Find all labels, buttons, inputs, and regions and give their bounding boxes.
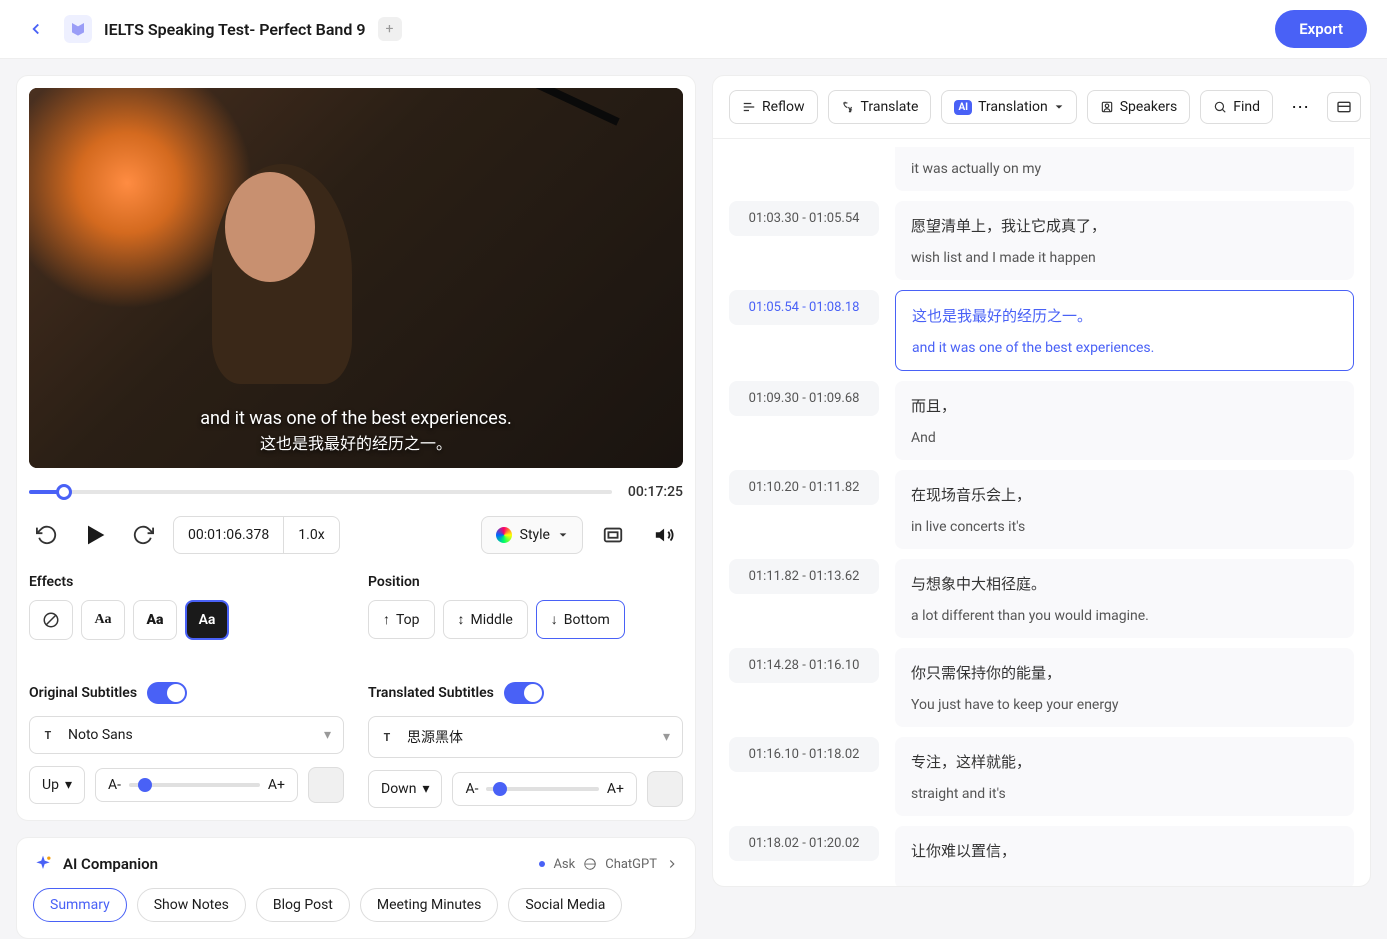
original-font-select[interactable]: T Noto Sans ▾ [29, 716, 344, 754]
reflow-button[interactable]: Reflow [729, 90, 818, 124]
video-panel: and it was one of the best experiences. … [16, 75, 696, 821]
video-subtitle-overlay: and it was one of the best experiences. … [200, 405, 512, 456]
translated-font-select[interactable]: T 思源黑体 ▾ [368, 716, 683, 758]
chevron-down-icon [1054, 102, 1064, 112]
segment-text[interactable]: 而且，And [895, 381, 1354, 460]
status-dot-icon [539, 861, 545, 867]
effect-none-button[interactable] [29, 600, 73, 640]
segment-timestamp[interactable]: 01:09.30 - 01:09.68 [729, 381, 879, 416]
volume-button[interactable] [647, 517, 683, 553]
progress-bar[interactable] [29, 490, 612, 494]
export-button[interactable]: Export [1275, 10, 1367, 48]
more-button[interactable]: ⋯ [1283, 97, 1317, 118]
segment-text[interactable]: 愿望清单上，我让它成真了，wish list and I made it hap… [895, 201, 1354, 280]
document-icon [64, 15, 92, 43]
sparkle-icon [33, 854, 53, 874]
original-subtitles-label: Original Subtitles [29, 685, 137, 701]
transcript-segment[interactable]: 01:14.28 - 01:16.10 你只需保持你的能量，You just ha… [729, 648, 1354, 727]
segment-timestamp[interactable]: 01:18.02 - 01:20.02 [729, 826, 879, 861]
transcript-segment[interactable]: 01:11.82 - 01:13.62 与想象中大相径庭。a lot differ… [729, 559, 1354, 638]
effects-label: Effects [29, 574, 344, 590]
transcript-segment[interactable]: 01:10.20 - 01:11.82 在现场音乐会上，in live conce… [729, 470, 1354, 549]
segment-text[interactable]: it was actually on my [895, 147, 1354, 191]
transcript-segment[interactable]: it was actually on my [729, 147, 1354, 191]
progress-thumb[interactable] [56, 484, 72, 500]
translated-subtitles-toggle[interactable] [504, 682, 544, 704]
transcript-segment[interactable]: 01:03.30 - 01:05.54 愿望清单上，我让它成真了，wish lis… [729, 201, 1354, 280]
segment-timestamp[interactable]: 01:11.82 - 01:13.62 [729, 559, 879, 594]
chip-social-media[interactable]: Social Media [508, 888, 622, 922]
segment-text[interactable]: 你只需保持你的能量，You just have to keep your ene… [895, 648, 1354, 727]
chatgpt-label: ChatGPT [605, 857, 657, 872]
effect-serif-button[interactable]: Aa [81, 600, 125, 640]
original-subtitles-toggle[interactable] [147, 682, 187, 704]
back-button[interactable] [20, 13, 52, 45]
chip-show-notes[interactable]: Show Notes [137, 888, 246, 922]
original-size-slider[interactable]: A- A+ [95, 768, 298, 802]
chip-blog-post[interactable]: Blog Post [256, 888, 350, 922]
segment-timestamp[interactable]: 01:14.28 - 01:16.10 [729, 648, 879, 683]
transcript-segment[interactable]: 01:18.02 - 01:20.02 让你难以置信， [729, 826, 1354, 886]
transcript-segment[interactable]: 01:16.10 - 01:18.02 专注，这样就能，straight and … [729, 737, 1354, 816]
position-label: Position [368, 574, 683, 590]
original-vpos-select[interactable]: Up▾ [29, 766, 85, 804]
translation-dropdown[interactable]: AI Translation [941, 90, 1076, 124]
segment-timestamp[interactable]: 01:05.54 - 01:08.18 [729, 290, 879, 325]
play-button[interactable] [77, 517, 113, 553]
transcript-segment[interactable]: 01:09.30 - 01:09.68 而且，And [729, 381, 1354, 460]
segment-timestamp[interactable]: 01:03.30 - 01:05.54 [729, 201, 879, 236]
segment-timestamp[interactable]: 01:16.10 - 01:18.02 [729, 737, 879, 772]
position-bottom-button[interactable]: ↓Bottom [536, 600, 625, 639]
translate-button[interactable]: Translate [828, 90, 932, 124]
chip-meeting-minutes[interactable]: Meeting Minutes [360, 888, 498, 922]
openai-icon [583, 857, 597, 871]
speakers-button[interactable]: Speakers [1087, 90, 1191, 124]
original-color-swatch[interactable] [308, 767, 344, 803]
document-title: IELTS Speaking Test- Perfect Band 9 [104, 20, 366, 39]
svg-text:T: T [45, 729, 52, 742]
chevron-right-icon[interactable] [665, 857, 679, 871]
ai-companion-panel: AI Companion Ask ChatGPT Summary Show Not… [16, 837, 696, 939]
forward-button[interactable] [125, 517, 161, 553]
segment-text[interactable]: 专注，这样就能，straight and it's [895, 737, 1354, 816]
companion-title: AI Companion [63, 855, 158, 873]
segment-text[interactable]: 与想象中大相径庭。a lot different than you would … [895, 559, 1354, 638]
find-button[interactable]: Find [1200, 90, 1273, 124]
effect-highlight-button[interactable]: Aa [185, 600, 229, 640]
duration-label: 00:17:25 [628, 484, 683, 500]
transcript-segment[interactable]: 01:05.54 - 01:08.18 这也是我最好的经历之一。and it wa… [729, 290, 1354, 371]
time-display[interactable]: 00:01:06.378 1.0x [173, 516, 340, 554]
playback-speed[interactable]: 1.0x [283, 517, 338, 553]
add-tab-button[interactable]: + [378, 17, 402, 41]
position-middle-button[interactable]: ↕Middle [443, 600, 528, 639]
position-top-button[interactable]: ↑Top [368, 600, 435, 639]
segment-text[interactable]: 在现场音乐会上，in live concerts it's [895, 470, 1354, 549]
segment-text[interactable]: 让你难以置信， [895, 826, 1354, 886]
translated-vpos-select[interactable]: Down▾ [368, 770, 442, 808]
current-time: 00:01:06.378 [174, 517, 283, 553]
effect-bold-button[interactable]: Aa [133, 600, 177, 640]
fullscreen-button[interactable] [595, 517, 631, 553]
rewind-button[interactable] [29, 517, 65, 553]
translated-subtitles-label: Translated Subtitles [368, 685, 494, 701]
video-player[interactable]: and it was one of the best experiences. … [29, 88, 683, 468]
ask-label: Ask [553, 857, 575, 872]
chip-summary[interactable]: Summary [33, 888, 127, 922]
translated-size-slider[interactable]: A- A+ [452, 772, 637, 806]
segment-text[interactable]: 这也是我最好的经历之一。and it was one of the best e… [895, 290, 1354, 371]
style-icon [496, 527, 512, 543]
style-button[interactable]: Style [481, 516, 583, 554]
translated-color-swatch[interactable] [647, 771, 683, 807]
view-toggle-button[interactable] [1327, 92, 1361, 122]
svg-text:T: T [384, 731, 391, 744]
segment-timestamp[interactable]: 01:10.20 - 01:11.82 [729, 470, 879, 505]
